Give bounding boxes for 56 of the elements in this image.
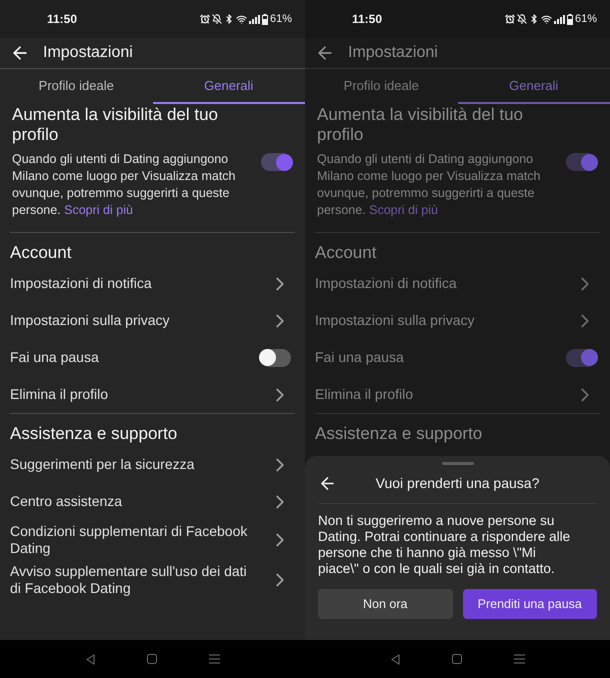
- mute-icon: [212, 14, 222, 24]
- toggle-switch[interactable]: [566, 153, 596, 171]
- signal-icon: [554, 14, 565, 24]
- learn-more-link[interactable]: Scopri di più: [64, 203, 133, 217]
- settings-item[interactable]: Suggerimenti per la sicurezza: [10, 456, 202, 473]
- section-header: Assistenza e supporto: [9, 423, 178, 445]
- settings-item[interactable]: Impostazioni di notifica: [10, 275, 160, 292]
- battery-icon: [566, 14, 573, 24]
- description-text: Quando gli utenti di Dating aggiungono Milano come luogo per Visualizza match ovunque, potremmo suggerirti a queste persone. Scopri di più: [317, 151, 542, 219]
- settings-item[interactable]: Impostazioni sulla privacy: [10, 312, 178, 329]
- home-nav-icon[interactable]: [146, 654, 156, 664]
- settings-item[interactable]: Impostazioni sulla privacy: [315, 312, 483, 329]
- section-title: Aumenta la visibilità del tuo profilo: [12, 105, 220, 145]
- alarm-icon: [504, 14, 515, 24]
- confirm-button[interactable]: Prenditi una pausa: [462, 589, 597, 619]
- settings-item[interactable]: Fai una pausa: [10, 349, 107, 366]
- battery-level: 61%: [574, 12, 597, 27]
- settings-item[interactable]: Impostazioni di notifica: [315, 275, 465, 292]
- toggle-switch[interactable]: [566, 348, 596, 366]
- menu-icon[interactable]: [514, 654, 524, 664]
- section-header: Account: [9, 242, 72, 264]
- description-text: Quando gli utenti di Dating aggiungono Milano come luogo per Visualizza match ovunque, potremmo suggerirti a queste persone. Scopri di più: [12, 151, 236, 219]
- section-header: Account: [314, 242, 378, 264]
- page-title: Impostazioni: [43, 43, 133, 63]
- signal-icon: [248, 14, 260, 24]
- alarm-icon: [200, 14, 210, 24]
- section-title: Aumenta la visibilità del tuo profilo: [317, 105, 524, 145]
- settings-item[interactable]: Elimina il profilo: [315, 386, 422, 403]
- sheet-title: Vuoi prenderti una pausa?: [374, 474, 540, 493]
- settings-item[interactable]: Fai una pausa: [315, 349, 412, 366]
- settings-item[interactable]: Condizioni supplementari di Facebook Dating: [10, 523, 269, 557]
- menu-icon[interactable]: [208, 654, 220, 664]
- sheet-message: Non ti suggeriremo a nuove persone su Dating. Potrai continuare a rispondere alle persone che ti hanno già messo \"Mi piace\" o con le quali sei già in contatto.: [318, 513, 572, 577]
- bluetooth-icon: [224, 14, 234, 24]
- back-nav-icon[interactable]: [390, 654, 400, 664]
- tab[interactable]: Profilo ideale: [305, 69, 458, 104]
- cancel-button[interactable]: Non ora: [318, 589, 452, 619]
- settings-item[interactable]: Centro assistenza: [10, 493, 130, 510]
- tab[interactable]: Generali: [458, 69, 610, 104]
- toggle-switch[interactable]: [261, 348, 291, 366]
- bluetooth-icon: [528, 14, 539, 24]
- battery-level: 61%: [270, 12, 292, 27]
- section-header: Assistenza e supporto: [314, 423, 484, 445]
- wifi-icon: [236, 14, 247, 24]
- home-nav-icon[interactable]: [452, 654, 462, 664]
- battery-icon: [262, 14, 268, 24]
- status-time: 11:50: [352, 11, 382, 28]
- toggle-switch[interactable]: [261, 153, 291, 171]
- back-nav-icon[interactable]: [86, 654, 94, 664]
- mute-icon: [516, 14, 527, 24]
- settings-item[interactable]: Avviso supplementare sull'uso dei dati di Facebook Dating: [10, 563, 269, 597]
- wifi-icon: [540, 14, 552, 24]
- status-time: 11:50: [47, 11, 78, 28]
- page-title: Impostazioni: [348, 43, 438, 63]
- tab[interactable]: Profilo ideale: [0, 69, 152, 104]
- settings-item[interactable]: Elimina il profilo: [10, 386, 116, 403]
